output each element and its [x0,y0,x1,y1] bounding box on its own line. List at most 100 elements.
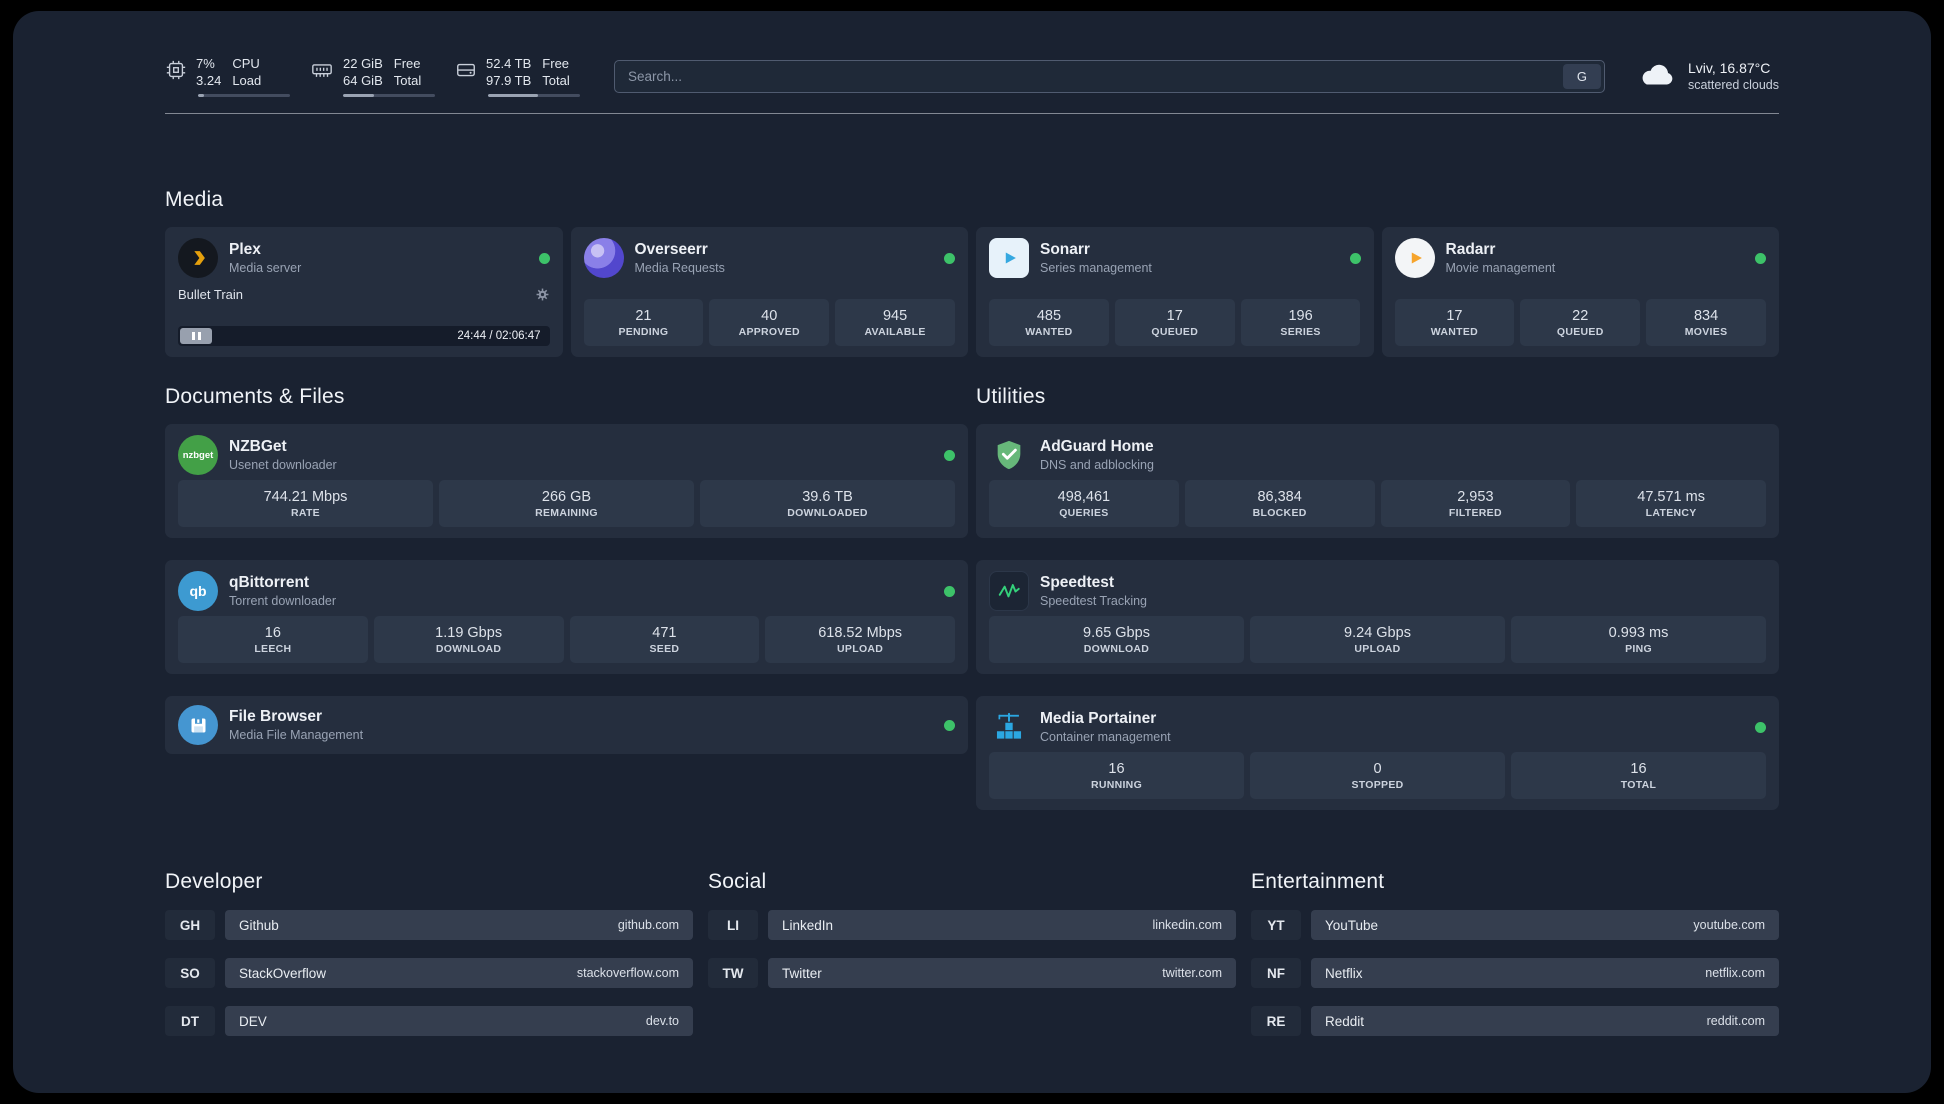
plex-card[interactable]: Plex Media server Bullet Train 24:44 / 0… [165,227,563,357]
nzbget-card[interactable]: nzbget NZBGet Usenet downloader 744.21 M… [165,424,968,538]
stat-value: 47.571 ms [1637,488,1705,505]
bookmark-youtube[interactable]: YT YouTube youtube.com [1251,910,1779,940]
disk-progress-bar [488,94,580,97]
stat-tile: 16 RUNNING [989,752,1244,799]
stat-label: WANTED [1430,325,1479,338]
app-subtitle: Speedtest Tracking [1040,594,1148,608]
app-subtitle: Media Requests [634,261,725,275]
adguard-card[interactable]: AdGuard Home DNS and adblocking 498,461 … [976,424,1779,538]
stat-tile: 618.52 Mbps UPLOAD [765,616,955,663]
search-bar: G [614,59,1605,93]
bookmark-name: StackOverflow [239,965,327,981]
media-heading: Media [165,188,224,211]
stat-value: 0 [1373,760,1382,777]
portainer-card[interactable]: Media Portainer Container management 16 … [976,696,1779,810]
gear-icon[interactable] [535,287,550,302]
cpu-percent: 7% [196,56,215,71]
player-time: 24:44 / 02:06:47 [457,330,541,342]
status-dot [1755,252,1766,264]
media-section: Media Plex Media server Bullet Train 24:… [165,188,1779,357]
app-name: Radarr [1445,241,1496,258]
dashboard: 7% 3.24 CPU Load 22 GiB 64 GiB Free Tota… [13,11,1931,1093]
bookmark-stackoverflow[interactable]: SO StackOverflow stackoverflow.com [165,958,693,988]
social-heading: Social [708,870,767,893]
system-stats: 7% 3.24 CPU Load 22 GiB 64 GiB Free Tota… [165,55,580,97]
memory-progress-bar [343,94,435,97]
app-name: NZBGet [229,438,287,455]
radarr-icon [1394,238,1435,278]
app-subtitle: Usenet downloader [229,458,337,472]
bookmark-url: linkedin.com [1152,918,1222,932]
bookmark-abbr: YT [1251,910,1301,940]
status-dot [1349,252,1361,264]
app-subtitle: Media server [229,261,302,275]
weather-widget[interactable]: Lviv, 16.87°C scattered clouds [1639,59,1779,94]
search-input[interactable] [614,59,1605,93]
bookmark-url: stackoverflow.com [576,966,679,980]
bookmark-url: twitter.com [1162,966,1222,980]
bookmark-name: Netflix [1325,965,1363,981]
filebrowser-icon [178,705,218,745]
stat-label: QUERIES [1059,506,1109,519]
bookmark-url: github.com [617,918,679,932]
cpu-load-value: 3.24 [196,73,222,88]
stat-tile: 266 GB REMAINING [439,480,694,527]
stat-label: RATE [290,506,320,519]
stat-tile: 39.6 TB DOWNLOADED [700,480,955,527]
top-bar: 7% 3.24 CPU Load 22 GiB 64 GiB Free Tota… [165,55,1779,97]
pause-icon[interactable] [180,328,212,344]
search-engine-button[interactable]: G [1562,63,1601,89]
status-dot [1755,721,1766,733]
bookmark-linkedin[interactable]: LI LinkedIn linkedin.com [708,910,1236,940]
bookmark-name: Reddit [1325,1013,1365,1029]
overseerr-card[interactable]: Overseerr Media Requests 21 PENDING 40 A… [570,227,968,357]
app-subtitle: Movie management [1445,261,1556,275]
bookmark-twitter[interactable]: TW Twitter twitter.com [708,958,1236,988]
stat-label: DOWNLOAD [1083,642,1150,655]
stat-tile: 40 APPROVED [709,299,830,346]
stat-tile: 1.19 Gbps DOWNLOAD [373,616,564,663]
screen-frame: 7% 3.24 CPU Load 22 GiB 64 GiB Free Tota… [0,0,1944,1104]
player-progress-bar[interactable]: 24:44 / 02:06:47 [178,326,550,346]
stat-value: 744.21 Mbps [263,488,348,505]
stat-tile: 17 QUEUED [1114,299,1235,346]
radarr-card[interactable]: Radarr Movie management 17 WANTED 22 QUE… [1381,227,1779,357]
memory-widget: 22 GiB 64 GiB Free Total [310,55,435,97]
qbittorrent-icon: qb [178,571,218,611]
bookmark-url: reddit.com [1706,1014,1765,1028]
stat-tile: 945 AVAILABLE [835,299,955,346]
memory-ram-icon [310,59,334,81]
disk-total-value: 97.9 TB [486,73,532,88]
bookmark-github[interactable]: GH Github github.com [165,910,693,940]
bookmark-dev[interactable]: DT DEV dev.to [165,1006,693,1036]
speedtest-card[interactable]: Speedtest Speedtest Tracking 9.65 Gbps D… [976,560,1779,674]
app-name: qBittorrent [229,574,310,591]
qbittorrent-card[interactable]: qb qBittorrent Torrent downloader 16 LEE… [165,560,968,674]
speedtest-chart-icon [989,571,1029,611]
cpu-chip-icon [165,59,187,81]
cloud-icon [1639,62,1677,90]
app-name: Plex [229,241,261,258]
bookmark-reddit[interactable]: RE Reddit reddit.com [1251,1006,1779,1036]
overseerr-icon [583,238,624,278]
app-name: AdGuard Home [1040,438,1154,455]
stat-value: 498,461 [1057,488,1111,505]
utilities-section: Utilities AdGuard Home DNS and adblockin… [976,385,1779,810]
bookmark-netflix[interactable]: NF Netflix netflix.com [1251,958,1779,988]
stat-label: PENDING [618,325,669,338]
stat-label: DOWNLOADED [787,506,868,519]
cpu-widget: 7% 3.24 CPU Load [165,55,290,97]
documents-heading: Documents & Files [165,385,345,408]
bookmark-abbr: NF [1251,958,1301,988]
stat-label: SERIES [1280,325,1321,338]
sonarr-card[interactable]: Sonarr Series management 485 WANTED 17 Q… [976,227,1374,357]
bookmark-abbr: GH [165,910,215,940]
stat-label: QUEUED [1151,325,1199,338]
entertainment-heading: Entertainment [1251,870,1385,893]
entertainment-section: Entertainment YT YouTube youtube.com NF … [1251,870,1779,1036]
header-divider [165,113,1779,114]
filebrowser-card[interactable]: File Browser Media File Management [165,696,968,754]
status-dot [944,449,955,461]
cpu-title: CPU [232,56,260,71]
stat-label: RUNNING [1090,778,1143,791]
